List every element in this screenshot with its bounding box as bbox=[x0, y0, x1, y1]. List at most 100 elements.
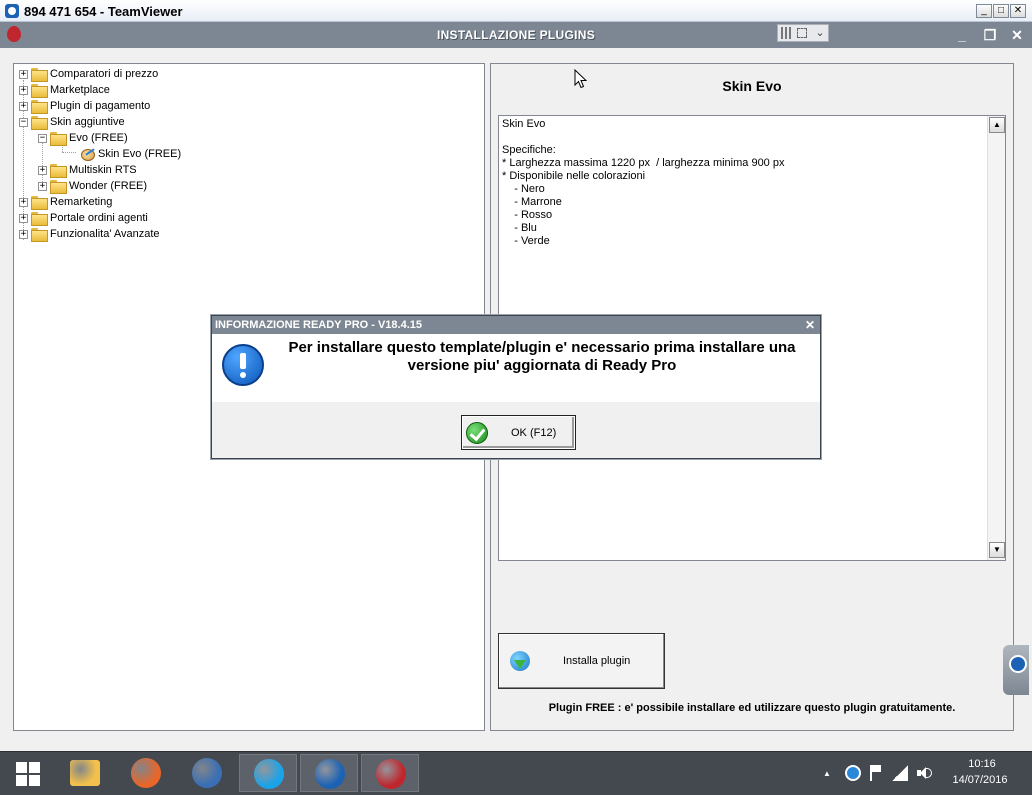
tree-item[interactable]: + Wonder (FREE) bbox=[38, 178, 147, 194]
folder-icon bbox=[31, 212, 48, 226]
tree-item[interactable]: + Plugin di pagamento bbox=[19, 98, 150, 114]
tree-item-label: Remarketing bbox=[50, 196, 113, 208]
taskbar-file-explorer-button[interactable] bbox=[56, 754, 114, 792]
app-window-title: INSTALLAZIONE PLUGINS bbox=[436, 28, 596, 42]
plugin-title: Skin Evo bbox=[722, 78, 782, 94]
windows-taskbar: ▲ 10:16 14/07/2016 bbox=[0, 751, 1032, 795]
dialog-titlebar[interactable]: INFORMAZIONE READY PRO - V18.4.15 ✕ bbox=[212, 316, 820, 334]
tv-maximize-button[interactable]: □ bbox=[993, 4, 1009, 18]
tree-item[interactable]: + Remarketing bbox=[19, 194, 112, 210]
tree-item[interactable]: + Funzionalita' Avanzate bbox=[19, 226, 160, 242]
windows-logo-icon bbox=[16, 762, 40, 786]
ok-button-label: OK (F12) bbox=[511, 426, 557, 439]
expand-button[interactable]: + bbox=[19, 197, 28, 207]
tv-close-button[interactable]: ✕ bbox=[1010, 4, 1026, 18]
start-button[interactable] bbox=[0, 754, 56, 792]
expand-button[interactable]: + bbox=[38, 181, 47, 191]
tree-item-label: Plugin di pagamento bbox=[50, 100, 151, 112]
taskbar-skype-button[interactable] bbox=[239, 754, 297, 792]
mouse-cursor-icon bbox=[574, 69, 587, 89]
info-dialog[interactable]: INFORMAZIONE READY PRO - V18.4.15 ✕ Per … bbox=[211, 315, 821, 459]
teamviewer-window-title: 894 471 654 - TeamViewer bbox=[24, 4, 183, 19]
signal-icon[interactable] bbox=[892, 765, 908, 781]
app-minimize-button[interactable]: _ bbox=[951, 26, 973, 46]
dialog-message: Per installare questo template/plugin e'… bbox=[288, 339, 796, 374]
fullscreen-icon[interactable] bbox=[797, 28, 807, 38]
app-restore-button[interactable]: ❐ bbox=[979, 26, 1001, 46]
skype-icon bbox=[254, 759, 284, 789]
collapse-button[interactable]: − bbox=[38, 133, 47, 143]
tree-item-label: Evo (FREE) bbox=[69, 132, 128, 144]
install-plugin-label: Installa plugin bbox=[563, 655, 631, 667]
teamviewer-icon bbox=[315, 759, 345, 789]
tree-item-label: Funzionalita' Avanzate bbox=[50, 228, 160, 240]
tree-item[interactable]: + Marketplace bbox=[19, 82, 110, 98]
strawberry-icon bbox=[376, 759, 406, 789]
tray-overflow-button[interactable]: ▲ bbox=[823, 769, 831, 778]
ok-button[interactable]: OK (F12) bbox=[461, 415, 576, 450]
tree-item-label: Skin aggiuntive bbox=[50, 116, 125, 128]
expand-button[interactable]: + bbox=[19, 85, 28, 95]
tree-item-label: Comparatori di prezzo bbox=[50, 68, 159, 80]
teamviewer-side-panel-tab[interactable] bbox=[1003, 645, 1029, 695]
scroll-down-button[interactable]: ▼ bbox=[989, 542, 1005, 558]
tree-item-label: Portale ordini agenti bbox=[50, 212, 148, 224]
tree-item[interactable]: − Skin aggiuntive bbox=[19, 114, 125, 130]
tv-minimize-button[interactable]: _ bbox=[976, 4, 992, 18]
clock-date[interactable]: 14/07/2016 bbox=[947, 774, 1013, 786]
folder-icon bbox=[31, 196, 48, 210]
app-titlebar[interactable]: INSTALLAZIONE PLUGINS bbox=[0, 22, 1032, 48]
teamviewer-toolbar[interactable]: ⌄ bbox=[777, 24, 829, 42]
collapse-button[interactable]: − bbox=[19, 117, 28, 127]
taskbar-teamviewer-button[interactable] bbox=[300, 754, 358, 792]
folder-icon bbox=[31, 100, 48, 114]
install-plugin-button[interactable]: Installa plugin bbox=[498, 633, 665, 689]
checkmark-icon bbox=[466, 421, 488, 444]
free-plugin-note: Plugin FREE : e' possibile installare ed… bbox=[548, 702, 956, 714]
dialog-close-button[interactable]: ✕ bbox=[802, 317, 818, 333]
tree-item[interactable]: Skin Evo (FREE) bbox=[57, 146, 181, 162]
expand-button[interactable]: + bbox=[38, 165, 47, 175]
clock-time[interactable]: 10:16 bbox=[957, 758, 1007, 770]
folder-icon bbox=[31, 228, 48, 242]
dialog-title: INFORMAZIONE READY PRO - V18.4.15 bbox=[215, 319, 423, 331]
teamviewer-icon bbox=[5, 4, 19, 18]
teamviewer-titlebar[interactable]: 894 471 654 - TeamViewer _ □ ✕ bbox=[0, 0, 1032, 22]
tree-item-label: Wonder (FREE) bbox=[69, 180, 148, 192]
folder-icon bbox=[31, 68, 48, 82]
taskbar-ready-pro-button[interactable] bbox=[361, 754, 419, 792]
plugin-icon bbox=[79, 147, 95, 161]
folder-icon bbox=[31, 84, 48, 98]
folder-icon bbox=[70, 760, 100, 786]
tree-item-label: Multiskin RTS bbox=[69, 164, 137, 176]
network-globe-icon[interactable] bbox=[845, 765, 861, 781]
exclamation-icon bbox=[222, 344, 264, 386]
taskbar-thunderbird-button[interactable] bbox=[178, 754, 236, 792]
expand-button[interactable]: + bbox=[19, 213, 28, 223]
folder-icon bbox=[50, 132, 67, 146]
tree-item[interactable]: − Evo (FREE) bbox=[38, 130, 128, 146]
flag-icon[interactable] bbox=[870, 765, 882, 781]
dialog-body: Per installare questo template/plugin e'… bbox=[212, 334, 820, 402]
tree-item[interactable]: + Comparatori di prezzo bbox=[19, 66, 158, 82]
thunderbird-icon bbox=[192, 758, 222, 788]
firefox-icon bbox=[131, 758, 161, 788]
grid-icon[interactable] bbox=[781, 27, 793, 39]
folder-icon bbox=[31, 116, 48, 130]
description-scrollbar[interactable]: ▲ ▼ bbox=[987, 116, 1005, 560]
expand-button[interactable]: + bbox=[19, 101, 28, 111]
taskbar-firefox-button[interactable] bbox=[117, 754, 175, 792]
tree-item-label: Skin Evo (FREE) bbox=[98, 148, 182, 160]
scroll-up-button[interactable]: ▲ bbox=[989, 117, 1005, 133]
volume-icon[interactable] bbox=[916, 765, 932, 781]
folder-icon bbox=[50, 164, 67, 178]
tree-item-label: Marketplace bbox=[50, 84, 110, 96]
expand-button[interactable]: + bbox=[19, 229, 28, 239]
app-close-button[interactable]: ✕ bbox=[1006, 26, 1028, 46]
tree-item[interactable]: + Multiskin RTS bbox=[38, 162, 137, 178]
chevron-down-icon[interactable]: ⌄ bbox=[813, 26, 827, 40]
folder-icon bbox=[50, 180, 67, 194]
expand-button[interactable]: + bbox=[19, 69, 28, 79]
plugin-description: Skin Evo Specifiche: * Larghezza massima… bbox=[502, 118, 785, 247]
tree-item[interactable]: + Portale ordini agenti bbox=[19, 210, 148, 226]
